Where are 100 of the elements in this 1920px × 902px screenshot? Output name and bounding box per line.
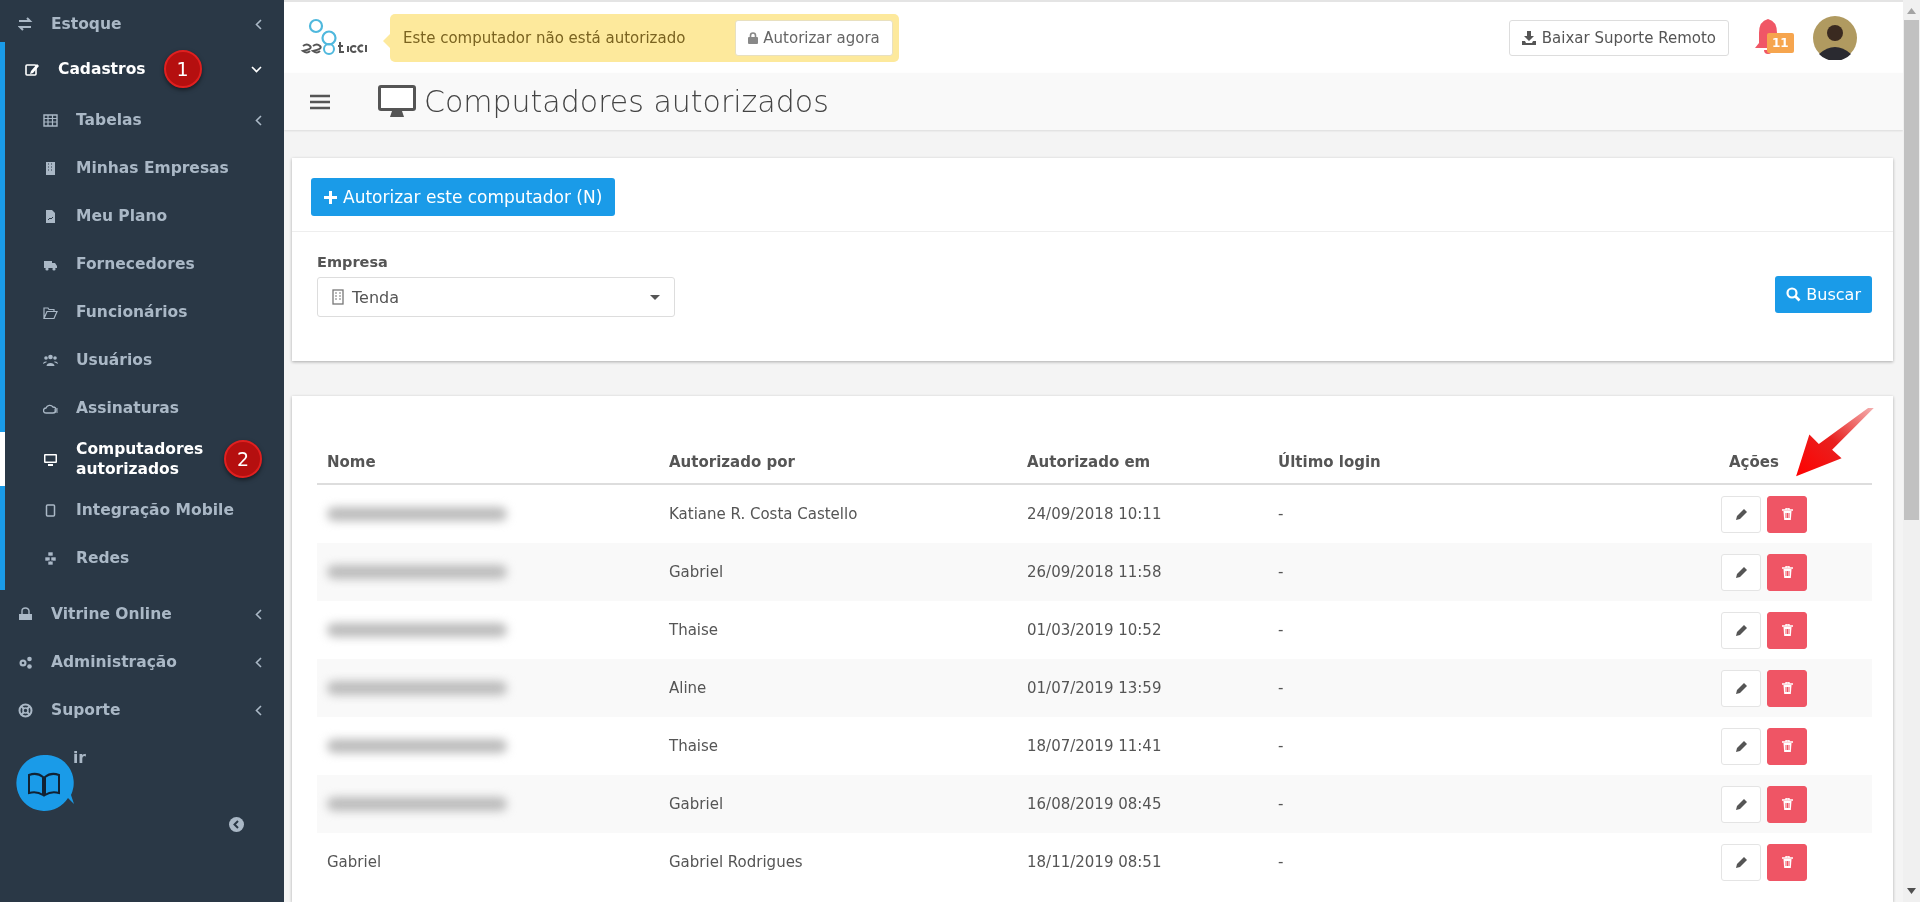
- arrows-icon: [18, 16, 33, 32]
- submenu-item[interactable]: Minhas Empresas: [5, 144, 284, 192]
- lock-icon: [748, 31, 759, 44]
- table-cell-text: 24/09/2018 10:11: [1026, 505, 1163, 523]
- table-cell-text: Gabriel: [668, 795, 725, 813]
- trash-icon: [1781, 682, 1793, 694]
- delete-button[interactable]: [1767, 611, 1807, 649]
- search-button[interactable]: Buscar: [1775, 276, 1872, 313]
- table-cell-text: Gabriel: [326, 853, 383, 871]
- company-select[interactable]: Tenda: [317, 277, 675, 317]
- building-icon: [332, 289, 344, 305]
- edit-button[interactable]: [1721, 495, 1761, 533]
- edit-icon: [25, 61, 40, 77]
- table-cell-text: -: [1277, 505, 1285, 523]
- column-header: Autorizado por: [668, 453, 796, 471]
- plus-icon: [324, 190, 337, 204]
- chevron-left-icon: [255, 656, 262, 668]
- users-icon: [43, 352, 58, 368]
- notification-count: 11: [1767, 32, 1794, 53]
- building-icon: [43, 160, 58, 176]
- column-header: Nome: [326, 453, 377, 471]
- trash-icon: [1781, 624, 1793, 636]
- menu-icon[interactable]: [310, 93, 330, 110]
- table-cell-text: -: [1277, 621, 1285, 639]
- table-cell-text: Thaise: [668, 621, 720, 639]
- edit-button[interactable]: [1721, 669, 1761, 707]
- edit-button[interactable]: [1721, 727, 1761, 765]
- shopping-bag-icon: [18, 606, 33, 622]
- monitor-icon: [43, 451, 58, 467]
- alert-message: Este computador não está autorizado: [403, 28, 686, 47]
- submenu-item[interactable]: Assinaturas: [5, 384, 284, 432]
- delete-button[interactable]: [1767, 669, 1807, 707]
- submenu-item[interactable]: Redes: [5, 534, 284, 582]
- pencil-icon: [1734, 855, 1748, 869]
- avatar[interactable]: [1813, 15, 1857, 60]
- table-cell-text: 16/08/2019 08:45: [1026, 795, 1163, 813]
- folder-icon: [43, 304, 58, 320]
- table-cell-text: -: [1277, 679, 1285, 697]
- table-cell-text: Thaise: [668, 737, 720, 755]
- table-cell-text: -: [1277, 795, 1285, 813]
- table-cell-text: -: [1277, 737, 1285, 755]
- table-icon: [43, 112, 58, 128]
- chevron-left-icon: [255, 704, 262, 716]
- table-cell-text: Gabriel Rodrigues: [668, 853, 804, 871]
- sidebar-item[interactable]: Suporte: [0, 686, 284, 734]
- sidebar-item[interactable]: Vitrine Online: [0, 590, 284, 638]
- table-cell-text: Gabriel: [668, 563, 725, 581]
- document-icon: [43, 208, 58, 224]
- pencil-icon: [1734, 797, 1748, 811]
- column-header: Autorizado em: [1026, 453, 1152, 471]
- delete-button[interactable]: [1767, 785, 1807, 823]
- table-cell-text: 18/11/2019 08:51: [1026, 853, 1163, 871]
- sidebar-item[interactable]: Administração: [0, 638, 284, 686]
- sidebar-item[interactable]: ir: [0, 734, 284, 782]
- field-label: Empresa: [317, 254, 389, 270]
- edit-button[interactable]: [1721, 843, 1761, 881]
- collapse-icon[interactable]: [229, 817, 244, 832]
- delete-button[interactable]: [1767, 553, 1807, 591]
- table-cell-text: 01/03/2019 10:52: [1026, 621, 1163, 639]
- submenu-item[interactable]: Meu Plano: [5, 192, 284, 240]
- table-cell-text: Aline: [668, 679, 708, 697]
- submenu-item[interactable]: Computadores autorizados 2: [0, 432, 284, 486]
- delete-button[interactable]: [1767, 727, 1807, 765]
- chevron-left-icon: [255, 608, 262, 620]
- edit-button[interactable]: [1721, 611, 1761, 649]
- delete-button[interactable]: [1767, 843, 1807, 881]
- scrollbar-thumb[interactable]: [1904, 20, 1919, 520]
- authorize-computer-button[interactable]: Autorizar este computador (N): [311, 178, 616, 216]
- download-icon: [1521, 30, 1536, 45]
- gears-icon: [18, 654, 33, 670]
- column-header: Ações: [1728, 453, 1780, 471]
- table-cell-text: 01/07/2019 13:59: [1026, 679, 1163, 697]
- delete-button[interactable]: [1767, 495, 1807, 533]
- edit-button[interactable]: [1721, 785, 1761, 823]
- pencil-icon: [1734, 623, 1748, 637]
- scrollbar[interactable]: [1903, 0, 1920, 902]
- pencil-icon: [1734, 507, 1748, 521]
- authorize-now-button[interactable]: Autorizar agora: [735, 19, 893, 56]
- cubes-icon: [43, 550, 58, 566]
- table-cell-text: 18/07/2019 11:41: [1026, 737, 1163, 755]
- submenu-item[interactable]: Integração Mobile: [5, 486, 284, 534]
- edit-button[interactable]: [1721, 553, 1761, 591]
- trash-icon: [1781, 798, 1793, 810]
- trash-icon: [1781, 740, 1793, 752]
- pencil-icon: [1734, 681, 1748, 695]
- monitor-icon: [378, 84, 416, 119]
- dropdown-caret-icon: [650, 294, 660, 300]
- download-support-button[interactable]: Baixar Suporte Remoto: [1508, 19, 1729, 56]
- submenu-item[interactable]: Fornecedores: [5, 240, 284, 288]
- search-icon: [1786, 287, 1802, 302]
- submenu-item[interactable]: Funcionários: [5, 288, 284, 336]
- scroll-down-icon[interactable]: [1907, 888, 1916, 894]
- tablet-icon: [43, 502, 58, 518]
- annotation-badge: 2: [224, 440, 262, 478]
- chevron-left-icon: [255, 18, 262, 30]
- page-title: Computadores autorizados: [424, 84, 829, 119]
- trash-icon: [1781, 856, 1793, 868]
- table-cell-text: 26/09/2018 11:58: [1026, 563, 1163, 581]
- submenu-item[interactable]: Usuários: [5, 336, 284, 384]
- submenu-item[interactable]: Tabelas: [5, 96, 284, 144]
